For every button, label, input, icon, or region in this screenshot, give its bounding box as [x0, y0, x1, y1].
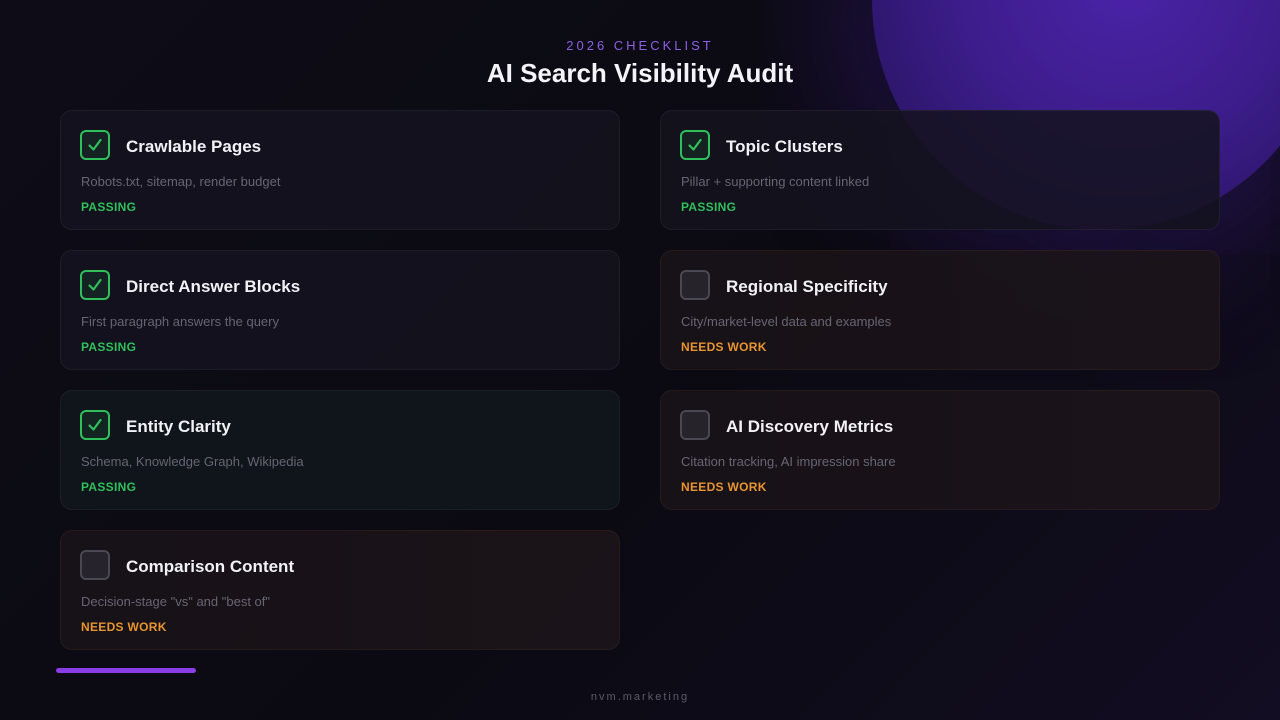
card-description: Schema, Knowledge Graph, Wikipedia — [81, 454, 304, 469]
check-icon[interactable] — [80, 270, 110, 300]
empty-checkbox-icon[interactable] — [680, 410, 710, 440]
footer-domain: nvm.marketing — [590, 691, 690, 703]
card-description: Robots.txt, sitemap, render budget — [81, 174, 281, 189]
checklist-card-entity-clarity: Entity Clarity Schema, Knowledge Graph, … — [60, 390, 620, 510]
slide: 2026 CHECKLIST AI Search Visibility Audi… — [0, 0, 1280, 720]
empty-checkbox-icon[interactable] — [680, 270, 710, 300]
checklist-card-ai-discovery-metrics: AI Discovery Metrics Citation tracking, … — [660, 390, 1220, 510]
card-title: Regional Specificity — [726, 277, 888, 296]
status-badge: PASSING — [81, 480, 137, 494]
card-description: Citation tracking, AI impression share — [681, 454, 896, 469]
checklist-card-comparison-content: Comparison Content Decision-stage "vs" a… — [60, 530, 620, 650]
status-badge: NEEDS WORK — [681, 480, 767, 494]
empty-checkbox-icon[interactable] — [80, 550, 110, 580]
status-badge: NEEDS WORK — [81, 620, 167, 634]
status-badge: PASSING — [81, 200, 137, 214]
card-description: Pillar + supporting content linked — [681, 174, 870, 189]
card-description: City/market-level data and examples — [681, 314, 892, 329]
card-title: Entity Clarity — [126, 417, 231, 436]
status-badge: NEEDS WORK — [681, 340, 767, 354]
card-title: Direct Answer Blocks — [126, 277, 301, 296]
card-description: First paragraph answers the query — [81, 314, 279, 329]
card-title: Comparison Content — [126, 557, 295, 576]
check-icon[interactable] — [680, 130, 710, 160]
page-title: AI Search Visibility Audit — [486, 58, 794, 88]
checklist-card-direct-answer-blocks: Direct Answer Blocks First paragraph ans… — [60, 250, 620, 370]
card-title: Crawlable Pages — [126, 137, 262, 156]
card-title: Topic Clusters — [726, 137, 843, 156]
check-icon[interactable] — [80, 130, 110, 160]
checklist-card-crawlable-pages: Crawlable Pages Robots.txt, sitemap, ren… — [60, 110, 620, 230]
checklist-card-topic-clusters: Topic Clusters Pillar + supporting conte… — [660, 110, 1220, 230]
card-description: Decision-stage "vs" and "best of" — [81, 594, 270, 609]
progress-fill — [56, 668, 196, 673]
card-title: AI Discovery Metrics — [726, 417, 894, 436]
progress-bar — [56, 668, 616, 673]
check-icon[interactable] — [80, 410, 110, 440]
status-badge: PASSING — [81, 340, 137, 354]
status-badge: PASSING — [681, 200, 737, 214]
checklist-card-regional-specificity: Regional Specificity City/market-level d… — [660, 250, 1220, 370]
eyebrow-label: 2026 CHECKLIST — [566, 38, 714, 53]
